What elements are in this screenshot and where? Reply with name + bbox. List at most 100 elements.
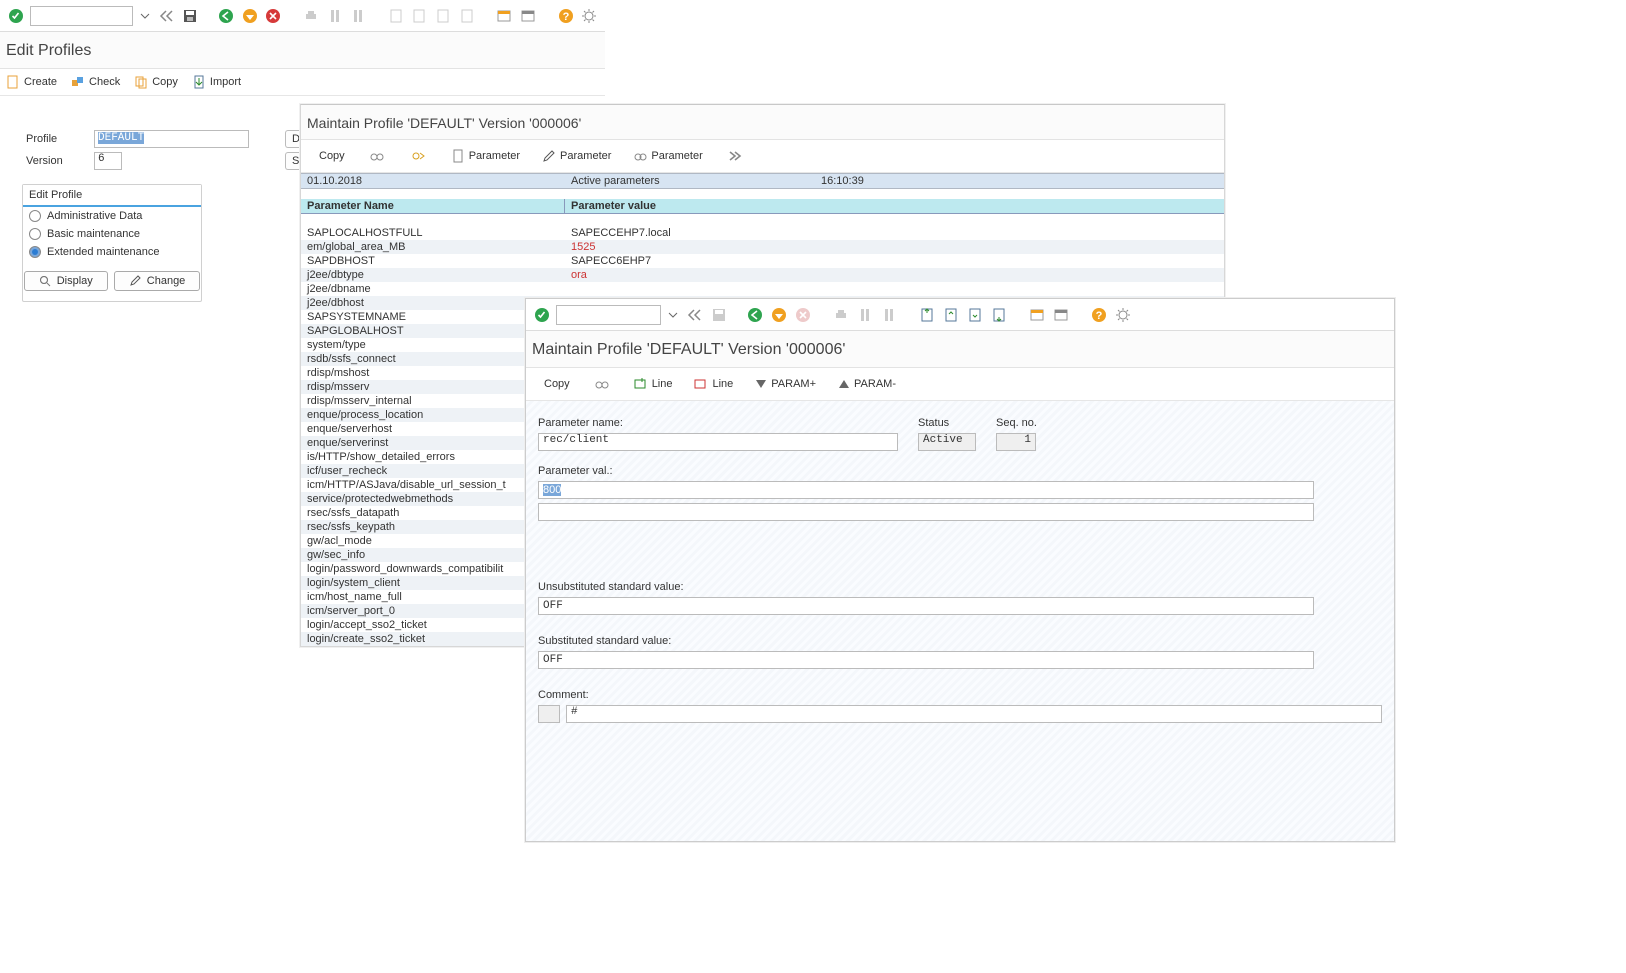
more-icon[interactable]	[725, 146, 745, 166]
radio-basic-maintenance[interactable]: Basic maintenance	[23, 225, 201, 243]
display-button[interactable]: Display	[24, 271, 108, 291]
param-value-cell: SAPECCEHP7.local	[565, 226, 1224, 240]
parameter-edit-button[interactable]: Parameter	[542, 149, 611, 163]
status-field: Active	[918, 433, 976, 451]
svg-text:?: ?	[562, 11, 569, 23]
page-title: Maintain Profile 'DEFAULT' Version '0000…	[526, 331, 1394, 368]
toggle-icon[interactable]	[409, 146, 429, 166]
table-row[interactable]: j2ee/dbtypeora	[301, 268, 1224, 282]
cancel-icon[interactable]	[263, 6, 283, 26]
exit-icon[interactable]	[769, 305, 789, 325]
command-field[interactable]	[556, 305, 661, 325]
col-param-value: Parameter value	[565, 199, 1224, 213]
copy-button[interactable]: Copy	[134, 75, 178, 89]
find-icon	[855, 305, 875, 325]
import-label: Import	[210, 76, 241, 88]
prev-page-icon[interactable]	[941, 305, 961, 325]
help-icon[interactable]: ?	[1089, 305, 1109, 325]
form-toolbar: Create Check Copy Import	[0, 69, 605, 96]
change-label: Change	[147, 275, 186, 287]
unsub-label: Unsubstituted standard value:	[538, 581, 1382, 593]
print-icon	[831, 305, 851, 325]
check-label: Check	[89, 76, 120, 88]
radio-icon	[29, 210, 41, 222]
header-title: Active parameters	[565, 174, 815, 188]
copy-button[interactable]: Copy	[319, 150, 345, 162]
customize-icon[interactable]	[1113, 305, 1133, 325]
edit-profile-group: Edit Profile Administrative Data Basic m…	[22, 184, 202, 302]
last-page-icon[interactable]	[989, 305, 1009, 325]
version-input[interactable]: 6	[94, 152, 122, 170]
display-label: Display	[57, 275, 93, 287]
param-value-cell: 1525	[565, 240, 1224, 254]
back-icon[interactable]	[685, 305, 705, 325]
help-icon[interactable]: ?	[556, 6, 576, 26]
comment-input[interactable]: #	[566, 705, 1382, 723]
first-page-icon[interactable]	[917, 305, 937, 325]
parameter-create-button[interactable]: Parameter	[451, 149, 520, 163]
radio-extended-maintenance[interactable]: Extended maintenance	[23, 243, 201, 261]
page-title: Maintain Profile 'DEFAULT' Version '0000…	[301, 105, 1224, 140]
maintain-profile-detail-window: ? Maintain Profile 'DEFAULT' Version '00…	[525, 298, 1395, 842]
command-dropdown-icon[interactable]	[137, 6, 153, 26]
comment-prefix	[538, 705, 560, 723]
param-val-input-1[interactable]: 800	[538, 481, 1314, 499]
glasses-icon[interactable]	[367, 146, 387, 166]
change-button[interactable]: Change	[114, 271, 201, 291]
cancel-icon	[793, 305, 813, 325]
ok-icon[interactable]	[532, 305, 552, 325]
shortcut-icon[interactable]	[1051, 305, 1071, 325]
radio-admin-data[interactable]: Administrative Data	[23, 207, 201, 225]
param-name-input[interactable]: rec/client	[538, 433, 898, 451]
param-minus-button[interactable]: PARAM-	[838, 378, 896, 390]
create-label: Create	[24, 76, 57, 88]
param-label: Parameter	[560, 150, 611, 162]
next-page-icon[interactable]	[965, 305, 985, 325]
table-row[interactable]: SAPDBHOSTSAPECC6EHP7	[301, 254, 1224, 268]
insert-line-button[interactable]: Line	[634, 377, 673, 391]
command-field[interactable]	[30, 6, 133, 26]
find-next-icon	[879, 305, 899, 325]
new-session-icon[interactable]	[494, 6, 514, 26]
prev-page-icon	[410, 6, 430, 26]
copy-label: Copy	[319, 150, 345, 162]
new-session-icon[interactable]	[1027, 305, 1047, 325]
back-green-icon[interactable]	[216, 6, 236, 26]
delete-line-button[interactable]: Line	[694, 377, 733, 391]
param-plus-label: PARAM+	[771, 378, 816, 390]
table-header-row: Parameter Name Parameter value	[301, 199, 1224, 214]
col-param-name: Parameter Name	[301, 199, 565, 213]
print-icon	[301, 6, 321, 26]
parameter-display-button[interactable]: Parameter	[633, 149, 702, 163]
line-label: Line	[712, 378, 733, 390]
import-button[interactable]: Import	[192, 75, 241, 89]
back-icon[interactable]	[157, 6, 177, 26]
seq-label: Seq. no.	[996, 417, 1037, 429]
detail-toolbar: ?	[526, 299, 1394, 331]
copy-button[interactable]: Copy	[544, 378, 570, 390]
param-label: Parameter	[651, 150, 702, 162]
exit-icon[interactable]	[240, 6, 260, 26]
param-label: Parameter	[469, 150, 520, 162]
check-button[interactable]: Check	[71, 75, 120, 89]
glasses-icon[interactable]	[592, 374, 612, 394]
svg-text:?: ?	[1096, 310, 1103, 322]
save-icon[interactable]	[181, 6, 201, 26]
back-green-icon[interactable]	[745, 305, 765, 325]
radio-icon	[29, 228, 41, 240]
create-button[interactable]: Create	[6, 75, 57, 89]
table-row[interactable]: j2ee/dbname	[301, 282, 1224, 296]
table-row[interactable]: SAPLOCALHOSTFULLSAPECCEHP7.local	[301, 226, 1224, 240]
param-val-label: Parameter val.:	[538, 465, 1382, 477]
table-row[interactable]: em/global_area_MB1525	[301, 240, 1224, 254]
copy-label: Copy	[152, 76, 178, 88]
radio-label: Basic maintenance	[47, 228, 140, 240]
ok-icon[interactable]	[6, 6, 26, 26]
profile-input[interactable]: DEFAULT	[94, 130, 249, 148]
command-dropdown-icon[interactable]	[665, 305, 681, 325]
shortcut-icon[interactable]	[518, 6, 538, 26]
customize-icon[interactable]	[579, 6, 599, 26]
param-val-input-2[interactable]	[538, 503, 1314, 521]
param-plus-button[interactable]: PARAM+	[755, 378, 816, 390]
param-name-cell: SAPLOCALHOSTFULL	[301, 226, 565, 240]
